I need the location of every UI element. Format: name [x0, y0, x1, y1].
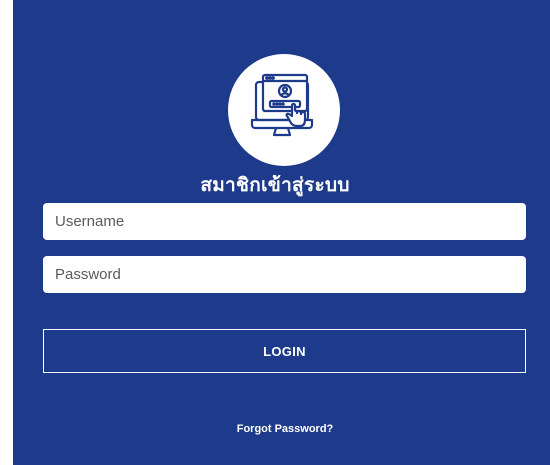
- computer-user-login-icon: [250, 73, 314, 137]
- page: สมาชิกเข้าสู่ระบบ LOGIN Forgot Password?: [0, 0, 550, 465]
- forgot-password-link[interactable]: Forgot Password?: [0, 423, 550, 435]
- logo: [228, 54, 340, 166]
- password-input[interactable]: [43, 256, 526, 293]
- login-button[interactable]: LOGIN: [43, 329, 526, 373]
- username-input[interactable]: [43, 203, 526, 240]
- login-title: สมาชิกเข้าสู่ระบบ: [200, 174, 350, 196]
